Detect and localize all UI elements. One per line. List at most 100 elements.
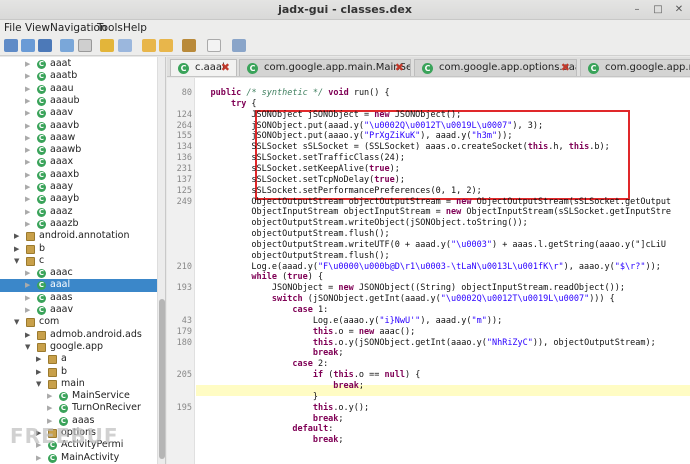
close-tab-icon[interactable]: ✖: [221, 60, 230, 76]
tree-class-item[interactable]: ▶ Caaazb: [0, 218, 158, 231]
tree-class-item[interactable]: ▶ Caaal: [0, 279, 158, 293]
collapsed-arrow-icon[interactable]: ▶: [25, 292, 30, 305]
class-icon: C: [37, 207, 46, 217]
class-tree[interactable]: ▶ C MainActivity ▶ C ActivityPermi ▶ options ▶ Ca…: [0, 57, 166, 464]
preferences-icon[interactable]: [232, 39, 246, 52]
tree-package-item[interactable]: ▶ a: [0, 353, 158, 366]
menu-tools[interactable]: Tools: [97, 22, 123, 34]
tree-class-item[interactable]: ▶ Caaas: [0, 292, 158, 305]
line-number: 205: [176, 370, 192, 381]
tree-class-item[interactable]: ▶ Caaau: [0, 83, 158, 96]
collapsed-arrow-icon[interactable]: ▶: [25, 267, 30, 280]
tree-class-item[interactable]: ▶ Caaawb: [0, 144, 158, 157]
tree-package-item[interactable]: ▶ admob.android.ads: [0, 329, 158, 342]
flatten-icon[interactable]: [78, 39, 92, 52]
back-icon[interactable]: [142, 39, 156, 52]
collapsed-arrow-icon[interactable]: ▶: [25, 95, 30, 108]
tree-package-item[interactable]: ▶ android.annotation: [0, 230, 158, 243]
collapsed-arrow-icon[interactable]: ▶: [25, 144, 30, 157]
collapsed-arrow-icon[interactable]: ▶: [36, 452, 41, 464]
search-text-icon[interactable]: [100, 39, 114, 52]
code-line: try {: [230, 98, 257, 109]
menu-file[interactable]: File: [4, 22, 22, 34]
line-number: 155: [176, 131, 192, 142]
expanded-arrow-icon[interactable]: ▼: [36, 378, 41, 391]
tree-class-item[interactable]: ▶ C MainService: [0, 390, 158, 403]
window-title: jadx-gui - classes.dex: [278, 3, 412, 16]
tree-class-item[interactable]: ▶ Caaay: [0, 181, 158, 194]
expanded-arrow-icon[interactable]: ▼: [14, 255, 19, 268]
collapsed-arrow-icon[interactable]: ▶: [25, 206, 30, 219]
collapsed-arrow-icon[interactable]: ▶: [47, 402, 52, 415]
collapsed-arrow-icon[interactable]: ▶: [25, 70, 30, 83]
package-icon: [37, 330, 46, 340]
collapsed-arrow-icon[interactable]: ▶: [47, 390, 52, 403]
tree-scrollbar-thumb[interactable]: [159, 299, 165, 459]
close-tab-icon[interactable]: ✖: [561, 60, 570, 76]
tree-class-item[interactable]: ▶ Caaat: [0, 58, 158, 71]
collapsed-arrow-icon[interactable]: ▶: [25, 107, 30, 120]
tree-class-item[interactable]: ▶ Caaac: [0, 267, 158, 280]
tree-class-item[interactable]: ▶ Caaavb: [0, 120, 158, 133]
sync-icon[interactable]: [60, 39, 74, 52]
collapsed-arrow-icon[interactable]: ▶: [14, 230, 19, 243]
collapsed-arrow-icon[interactable]: ▶: [36, 353, 41, 366]
collapsed-arrow-icon[interactable]: ▶: [25, 132, 30, 145]
tree-class-item[interactable]: ▶ Caaax: [0, 156, 158, 169]
log-icon[interactable]: [207, 39, 221, 52]
save-icon[interactable]: [21, 39, 35, 52]
tree-package-item[interactable]: ▼ google.app: [0, 341, 158, 354]
editor-tab[interactable]: Ccom.google.app.main.MainService✖: [239, 59, 411, 76]
tree-scrollbar[interactable]: [157, 57, 165, 464]
tree-class-item[interactable]: ▶ C MainActivity: [0, 452, 158, 464]
open-file-icon[interactable]: [4, 39, 18, 52]
tree-package-item[interactable]: ▼ c: [0, 255, 158, 268]
expanded-arrow-icon[interactable]: ▼: [25, 341, 30, 354]
deobfuscation-icon[interactable]: [182, 39, 196, 52]
collapsed-arrow-icon[interactable]: ▶: [25, 83, 30, 96]
collapsed-arrow-icon[interactable]: ▶: [25, 329, 30, 342]
minimize-icon[interactable]: –: [630, 3, 644, 17]
collapsed-arrow-icon[interactable]: ▶: [25, 58, 30, 71]
menu-view[interactable]: View: [25, 22, 50, 34]
collapsed-arrow-icon[interactable]: ▶: [25, 304, 30, 317]
collapsed-arrow-icon[interactable]: ▶: [25, 279, 30, 292]
tree-class-item[interactable]: ▶ C TurnOnReciver: [0, 402, 158, 415]
search-class-icon[interactable]: [118, 39, 132, 52]
close-icon[interactable]: ✕: [672, 3, 686, 17]
tree-item-label: aaax: [50, 156, 74, 168]
expanded-arrow-icon[interactable]: ▼: [14, 316, 19, 329]
collapsed-arrow-icon[interactable]: ▶: [25, 156, 30, 169]
collapsed-arrow-icon[interactable]: ▶: [25, 218, 30, 231]
close-tab-icon[interactable]: ✖: [395, 60, 404, 76]
menu-help[interactable]: Help: [123, 22, 147, 34]
collapsed-arrow-icon[interactable]: ▶: [25, 193, 30, 206]
class-icon: C: [37, 183, 46, 192]
tree-class-item[interactable]: ▶ Caaaub: [0, 95, 158, 108]
collapsed-arrow-icon[interactable]: ▶: [25, 120, 30, 133]
code-editor[interactable]: 80 public /* synthetic */ void run() { t…: [167, 78, 690, 464]
tree-item-label: main: [61, 377, 85, 389]
tree-class-item[interactable]: ▶ Caaav: [0, 107, 158, 120]
editor-tab[interactable]: Ccom.google.app.options.aaad ✖: [414, 59, 577, 76]
tree-package-item[interactable]: ▼ main: [0, 378, 158, 391]
forward-icon[interactable]: [159, 39, 173, 52]
tree-class-item[interactable]: ▶ Caaatb: [0, 70, 158, 83]
collapsed-arrow-icon[interactable]: ▶: [14, 243, 19, 256]
tree-class-item[interactable]: ▶ Caaaz: [0, 206, 158, 219]
editor-tab[interactable]: Ccom.google.app.m: [580, 59, 690, 76]
maximize-icon[interactable]: □: [651, 3, 665, 17]
collapsed-arrow-icon[interactable]: ▶: [25, 181, 30, 194]
tree-package-item[interactable]: ▶ b: [0, 243, 158, 256]
tree-package-item[interactable]: ▶ b: [0, 366, 158, 379]
tree-class-item[interactable]: ▶ Caaav: [0, 304, 158, 317]
tree-class-item[interactable]: ▶ Caaayb: [0, 193, 158, 206]
editor-tab[interactable]: Cc.aaal ✖: [170, 59, 237, 76]
tree-class-item[interactable]: ▶ Caaaxb: [0, 169, 158, 182]
tree-class-item[interactable]: ▶ Caaaw: [0, 132, 158, 145]
save-all-icon[interactable]: [38, 39, 52, 52]
tree-package-item[interactable]: ▼ com: [0, 316, 158, 329]
collapsed-arrow-icon[interactable]: ▶: [36, 366, 41, 379]
collapsed-arrow-icon[interactable]: ▶: [25, 169, 30, 182]
code-line: }: [190, 391, 318, 402]
